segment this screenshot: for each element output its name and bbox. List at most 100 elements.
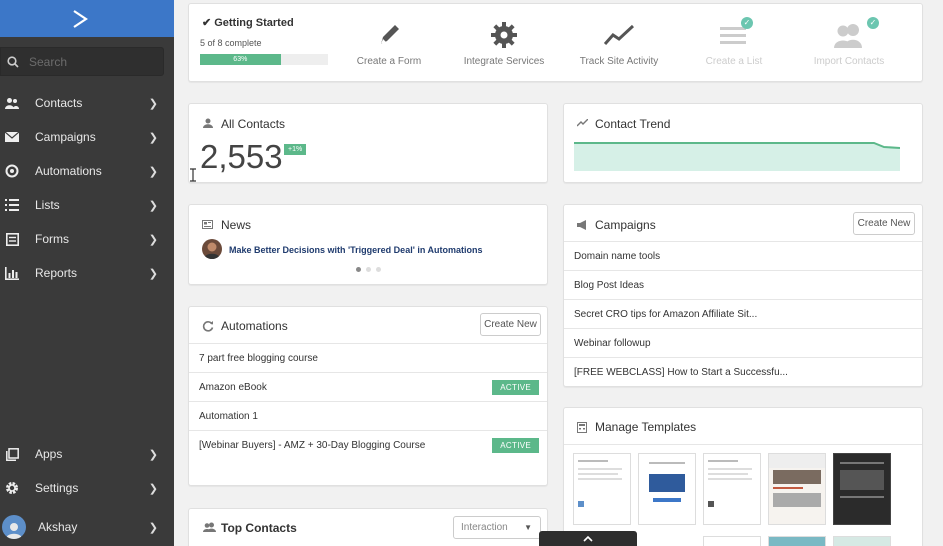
step-label: Create a Form [356, 56, 422, 67]
trend-line-icon [604, 24, 634, 45]
template-thumbnail[interactable] [768, 453, 826, 525]
sidebar-item-label: Reports [35, 266, 78, 280]
step-import-contacts[interactable]: ✓ Import Contacts [794, 17, 904, 67]
news-author-avatar [202, 239, 222, 259]
automation-name: 7 part free blogging course [199, 352, 318, 364]
campaigns-card: Campaigns Create New Domain name tools B… [563, 204, 923, 387]
chevron-right-icon: ❯ [148, 521, 158, 534]
form-icon [5, 232, 19, 246]
user-icon [203, 118, 213, 128]
template-thumbnail[interactable] [833, 453, 891, 525]
sidebar-item-automations[interactable]: Automations ❯ [0, 156, 174, 186]
manage-templates-card: Manage Templates [563, 407, 923, 546]
campaign-row[interactable]: Blog Post Ideas [564, 270, 922, 299]
logo-bar[interactable] [0, 0, 174, 37]
step-integrate-services[interactable]: Integrate Services [449, 20, 559, 67]
manage-templates-title: Manage Templates [595, 420, 697, 434]
change-badge: +1% [284, 144, 307, 155]
gear-icon [5, 481, 19, 495]
users-icon [834, 24, 862, 48]
create-campaign-button[interactable]: Create New [853, 212, 915, 235]
search-icon [7, 55, 19, 68]
contact-count: 2,553 [200, 138, 283, 175]
progress-fill: 63% [200, 54, 281, 65]
campaign-row[interactable]: [FREE WEBCLASS] How to Start a Successfu… [564, 357, 922, 386]
getting-started-header: ✔ Getting Started [202, 16, 294, 30]
complete-check-icon: ✓ [741, 17, 753, 29]
search-input[interactable] [29, 54, 149, 69]
template-thumbnail[interactable] [703, 536, 761, 546]
campaigns-title: Campaigns [595, 218, 656, 232]
campaign-row[interactable]: Webinar followup [564, 328, 922, 357]
sidebar-item-campaigns[interactable]: Campaigns ❯ [0, 122, 174, 152]
chevron-up-icon [583, 535, 593, 542]
chevron-right-icon: ❯ [148, 482, 158, 495]
sidebar-item-forms[interactable]: Forms ❯ [0, 224, 174, 254]
status-badge: ACTIVE [492, 379, 539, 395]
all-contacts-title: All Contacts [221, 117, 286, 131]
step-create-form[interactable]: Create a Form [334, 20, 444, 67]
template-thumbnail[interactable] [638, 453, 696, 525]
automation-row[interactable]: [Webinar Buyers] - AMZ + 30-Day Blogging… [189, 430, 547, 459]
chevron-right-icon: ❯ [148, 267, 158, 280]
sidebar: Contacts ❯ Campaigns ❯ Automations ❯ Lis… [0, 0, 174, 546]
template-thumbnail[interactable] [833, 536, 891, 546]
sidebar-user-menu[interactable]: Akshay ❯ [0, 512, 174, 542]
step-create-list[interactable]: ✓ Create a List [679, 17, 789, 67]
carousel-dots [356, 267, 381, 272]
automation-name: Amazon eBook [199, 381, 267, 393]
chevron-right-icon: ❯ [148, 131, 158, 144]
refresh-icon [202, 321, 214, 332]
sidebar-item-contacts[interactable]: Contacts ❯ [0, 88, 174, 118]
sidebar-item-label: Forms [35, 232, 69, 246]
megaphone-icon [577, 220, 586, 230]
carousel-dot-active[interactable] [356, 267, 361, 272]
carousel-dot[interactable] [366, 267, 371, 272]
step-label: Create a List [705, 56, 763, 67]
chevron-right-icon: ❯ [148, 97, 158, 110]
sidebar-item-apps[interactable]: Apps ❯ [0, 439, 174, 469]
gear-icon [491, 22, 517, 48]
campaign-row[interactable]: Domain name tools [564, 241, 922, 270]
contacts-icon [5, 96, 19, 110]
apps-icon [5, 447, 19, 461]
chevron-right-icon: ❯ [148, 448, 158, 461]
newspaper-icon [202, 220, 213, 229]
calculator-icon [577, 422, 587, 433]
create-automation-button[interactable]: Create New [480, 313, 541, 336]
sidebar-item-label: Settings [35, 481, 79, 495]
template-thumbnail[interactable] [703, 453, 761, 525]
sidebar-item-lists[interactable]: Lists ❯ [0, 190, 174, 220]
chevron-right-icon: ❯ [148, 165, 158, 178]
automation-name: [Webinar Buyers] - AMZ + 30-Day Blogging… [199, 439, 426, 451]
carousel-dot[interactable] [376, 267, 381, 272]
top-contacts-filter-select[interactable]: Interaction ▼ [453, 516, 541, 539]
checkmark-icon: ✔ [202, 17, 212, 29]
sidebar-item-reports[interactable]: Reports ❯ [0, 258, 174, 288]
progress-text: 5 of 8 complete [200, 38, 262, 48]
template-thumbnail[interactable] [573, 453, 631, 525]
status-badge: ACTIVE [492, 437, 539, 453]
sidebar-item-settings[interactable]: Settings ❯ [0, 473, 174, 503]
envelope-icon [5, 130, 19, 144]
chevron-right-icon: ❯ [148, 233, 158, 246]
step-track-site-activity[interactable]: Track Site Activity [564, 20, 674, 67]
automation-row[interactable]: Automation 1 [189, 401, 547, 430]
sidebar-item-label: Campaigns [35, 130, 96, 144]
campaign-row[interactable]: Secret CRO tips for Amazon Affiliate Sit… [564, 299, 922, 328]
logo-icon [73, 9, 88, 28]
filter-value: Interaction [461, 522, 508, 533]
sidebar-item-label: Apps [35, 447, 63, 461]
complete-check-icon: ✓ [867, 17, 879, 29]
template-thumbnail[interactable] [768, 536, 826, 546]
all-contacts-card: All Contacts 2,553 +1% [188, 103, 548, 183]
news-headline-link[interactable]: Make Better Decisions with 'Triggered De… [229, 245, 483, 255]
search-box[interactable] [0, 47, 164, 76]
contact-trend-title: Contact Trend [595, 117, 671, 131]
automation-row[interactable]: Amazon eBook ACTIVE [189, 372, 547, 401]
users-icon [203, 522, 216, 532]
automation-row[interactable]: 7 part free blogging course [189, 343, 547, 372]
sidebar-item-label: Lists [35, 198, 60, 212]
collapse-panel-tab[interactable] [539, 531, 637, 546]
step-label: Track Site Activity [579, 56, 659, 67]
